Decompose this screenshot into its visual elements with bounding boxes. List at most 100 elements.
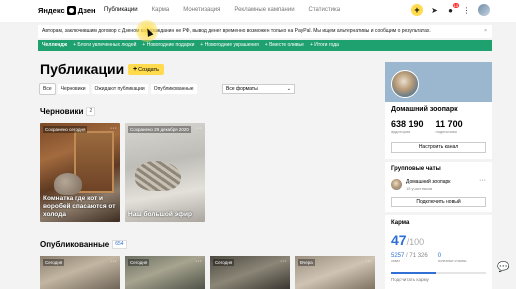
stat-audience: 638 190 аудитория: [391, 119, 424, 134]
published-card[interactable]: Сегодня ···: [40, 256, 120, 289]
user-avatar[interactable]: [478, 4, 490, 16]
format-select-value: Все форматы: [226, 86, 258, 92]
notice-close-icon[interactable]: ×: [484, 25, 487, 38]
card-date-tag: Сегодня: [128, 259, 150, 266]
filter-drafts[interactable]: Черновики: [57, 84, 89, 94]
challenge-label: Челлендж: [42, 42, 68, 48]
group-members: 15 участников: [406, 186, 433, 191]
published-heading: Опубликованные 654: [40, 240, 127, 250]
menu-grid-icon[interactable]: ⋮: [462, 6, 471, 15]
nav-statistics[interactable]: Статистика: [309, 7, 341, 13]
channel-stats: 638 190 аудитория 11 700 подписчики: [391, 119, 463, 134]
karma-title: Карма: [391, 220, 410, 226]
more-icon[interactable]: ···: [365, 258, 372, 265]
chat-icon[interactable]: 💬: [497, 263, 509, 273]
karma-progress-fill: [391, 272, 436, 274]
drafts-heading: Черновики 2: [40, 107, 96, 117]
challenge-item[interactable]: + Новогодние подарки: [142, 40, 194, 51]
create-plus-button[interactable]: +: [411, 4, 423, 16]
card-image-cat: [135, 161, 181, 191]
top-header: Яндекс Дзен Публикации Карма Монетизация…: [0, 0, 516, 22]
filter-published[interactable]: Опубликованные: [150, 84, 197, 94]
plus-icon: +: [133, 66, 138, 73]
nav-monetization[interactable]: Монетизация: [183, 7, 220, 13]
subscribers-value: 11 700: [435, 119, 463, 129]
dzen-logo-icon: [66, 6, 76, 15]
karma-score: 47/100: [391, 232, 424, 248]
reach-label: охват: [391, 259, 400, 263]
karma-progress-bar: [391, 272, 486, 274]
draft-card[interactable]: Сохранено сегодня ··· Комнатка где кот и…: [40, 123, 120, 222]
karma-score-value: 47: [391, 232, 407, 248]
notifications-badge: 13: [452, 2, 459, 8]
nav-ad-campaigns[interactable]: Рекламные кампании: [234, 7, 294, 13]
header-actions: + ➤ ● 13 ⋮: [411, 2, 490, 16]
more-icon[interactable]: ···: [195, 258, 202, 265]
audience-value: 638 190: [391, 119, 424, 129]
create-button[interactable]: +Создать: [128, 64, 164, 75]
card-date-tag: Сегодня: [43, 259, 65, 266]
channel-name[interactable]: Домашний зоопарк: [391, 106, 458, 113]
karma-stat-reviews: 0 полезные отзывы: [438, 253, 467, 263]
logo[interactable]: Яндекс Дзен: [38, 6, 96, 15]
karma-stats: 5257 / 71 326 охват 0 полезные отзывы: [391, 253, 466, 263]
page-title: Публикации: [40, 61, 125, 77]
draft-card[interactable]: Сохранено 29 декабря 2020 ··· Наш большо…: [125, 123, 205, 222]
nav-karma[interactable]: Карма: [152, 7, 170, 13]
card-date-tag: Сохранено сегодня: [43, 126, 88, 133]
challenge-item[interactable]: + Новогодние украшения: [200, 40, 258, 51]
challenge-item[interactable]: + Вместе оливье: [265, 40, 304, 51]
published-title: Опубликованные: [40, 240, 110, 249]
card-date-tag: Сегодня: [213, 259, 235, 266]
karma-score-max: /100: [406, 237, 425, 247]
karma-stat-reach: 5257 / 71 326 охват: [391, 253, 428, 263]
karma-how-link[interactable]: Подсчитать карму: [391, 277, 429, 282]
logo-yandex: Яндекс: [38, 6, 65, 15]
filter-tabs: Все Черновики Ожидают публикации Опублик…: [39, 83, 197, 95]
stat-subscribers: 11 700 подписчики: [436, 119, 463, 134]
published-count: 654: [112, 240, 127, 250]
group-chats-card: Групповые чаты Домашний зоопарк 15 участ…: [385, 162, 492, 212]
bell-icon[interactable]: ● 13: [446, 2, 459, 15]
karma-card: Карма 47/100 5257 / 71 326 охват 0 полез…: [385, 215, 492, 289]
challenge-item[interactable]: + Блоги увлеченных людей: [73, 40, 136, 51]
notice-text: Авторам, заключившим договор с Дзеном ка…: [42, 28, 431, 34]
channel-avatar[interactable]: [391, 70, 419, 98]
more-icon[interactable]: ···: [110, 125, 117, 132]
challenge-item[interactable]: + Итоги года: [310, 40, 339, 51]
create-label: Создать: [138, 67, 159, 73]
nav-publications[interactable]: Публикации: [104, 7, 138, 13]
main-nav: Публикации Карма Монетизация Рекламные к…: [104, 7, 354, 13]
challenge-bar: Челлендж + Блоги увлеченных людей + Ново…: [38, 40, 492, 51]
filter-all[interactable]: Все: [39, 83, 56, 95]
more-icon[interactable]: ···: [110, 258, 117, 265]
group-chats-title: Групповые чаты: [391, 166, 441, 172]
published-card[interactable]: Сегодня ···: [210, 256, 290, 289]
drafts-count: 2: [86, 107, 96, 117]
more-icon[interactable]: ···: [280, 258, 287, 265]
send-icon[interactable]: ➤: [430, 6, 439, 15]
group-name[interactable]: Домашний зоопарк: [406, 179, 450, 185]
info-notice: Авторам, заключившим договор с Дзеном ка…: [38, 25, 492, 38]
channel-settings-button[interactable]: Настроить канал: [391, 142, 486, 153]
card-image-cat: [54, 173, 82, 195]
channel-profile-card: Домашний зоопарк 638 190 аудитория 11 70…: [385, 62, 492, 159]
logo-dzen: Дзен: [77, 6, 96, 15]
chevron-down-icon: ⌄: [286, 86, 291, 92]
more-icon[interactable]: ···: [195, 125, 202, 132]
reach-total: / 71 326: [406, 253, 428, 259]
drafts-title: Черновики: [40, 107, 84, 116]
filter-pending[interactable]: Ожидают публикации: [91, 84, 148, 94]
published-card[interactable]: Вчера ···: [295, 256, 375, 289]
card-title: Наш большой эфир: [128, 211, 192, 218]
format-select[interactable]: Все форматы ⌄: [222, 84, 295, 94]
more-icon[interactable]: ···: [479, 177, 486, 184]
card-date-tag: Вчера: [298, 259, 315, 266]
audience-label: аудитория: [391, 129, 411, 134]
published-card[interactable]: Сегодня ···: [125, 256, 205, 289]
group-avatar: [391, 179, 402, 190]
subscribers-label: подписчики: [435, 129, 457, 134]
reviews-label: полезные отзывы: [437, 259, 467, 263]
card-date-tag: Сохранено 29 декабря 2020: [128, 126, 191, 133]
connect-group-button[interactable]: Подключить новый: [391, 197, 486, 207]
